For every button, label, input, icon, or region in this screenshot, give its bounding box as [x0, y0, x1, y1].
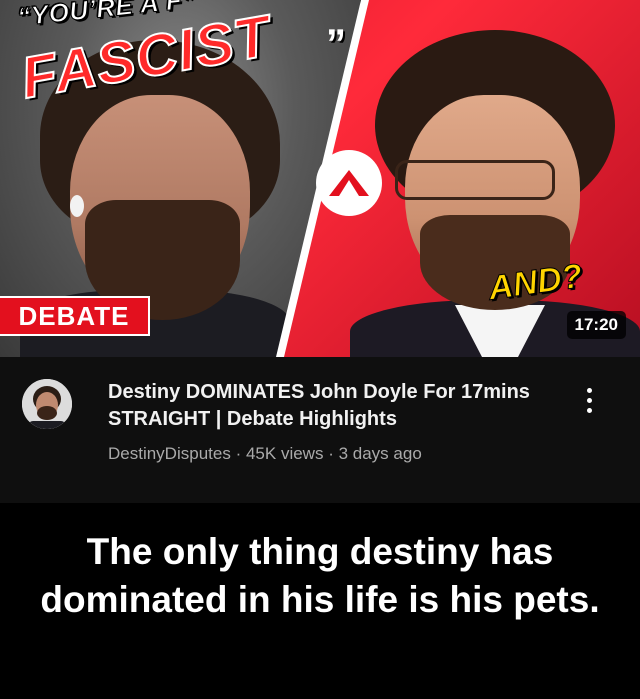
video-duration-badge: 17:20 — [566, 311, 626, 339]
upload-age: 3 days ago — [338, 444, 422, 463]
meta-separator: · — [328, 444, 334, 463]
menu-dot — [586, 387, 592, 393]
channel-logo-badge — [316, 150, 382, 216]
video-metadata: DestinyDisputes · 45K views · 3 days ago — [108, 444, 422, 464]
view-count: 45K views — [245, 444, 324, 463]
video-title[interactable]: Destiny DOMINATES John Doyle For 17mins … — [108, 379, 578, 433]
video-thumbnail[interactable]: “YOU’RE A F* FASCIST ” DEBATE AND? 17:20 — [0, 0, 640, 357]
channel-name[interactable]: DestinyDisputes — [108, 444, 231, 463]
thumbnail-quote-close: ” — [326, 22, 346, 66]
avatar-portrait-icon — [22, 379, 72, 429]
menu-dot — [586, 397, 592, 403]
more-options-icon[interactable] — [578, 377, 600, 423]
video-info-bar: Destiny DOMINATES John Doyle For 17mins … — [0, 357, 640, 503]
meme-caption: The only thing destiny has dominated in … — [40, 531, 600, 620]
glasses-icon — [395, 160, 555, 200]
menu-dot — [586, 407, 592, 413]
triangle-logo-icon — [329, 170, 369, 196]
debate-badge: DEBATE — [0, 296, 150, 336]
channel-avatar[interactable] — [22, 379, 72, 429]
meta-separator: · — [235, 444, 242, 463]
earbud-icon — [70, 195, 84, 217]
